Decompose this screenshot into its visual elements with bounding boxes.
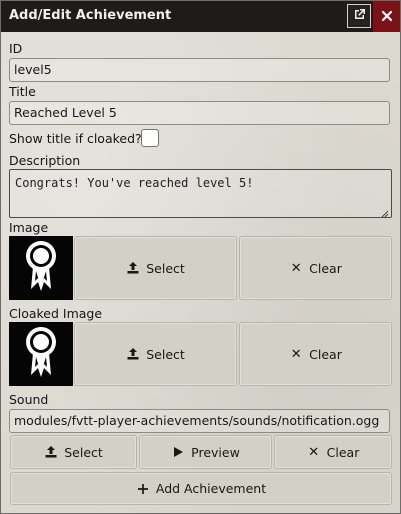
cloaked-clear-button[interactable]: ✕ Clear <box>239 322 392 386</box>
sound-clear-label: Clear <box>326 444 360 460</box>
sound-clear-button[interactable]: ✕ Clear <box>274 435 392 469</box>
id-label: ID <box>9 41 23 56</box>
description-textarea[interactable]: Congrats! You've reached level 5! <box>9 169 392 218</box>
cloaked-image-label: Cloaked Image <box>9 306 103 321</box>
image-clear-label: Clear <box>309 260 342 276</box>
upload-icon <box>126 347 140 361</box>
award-ribbon-icon <box>20 239 62 297</box>
upload-icon <box>44 445 58 459</box>
play-icon <box>171 445 185 459</box>
add-achievement-label: Add Achievement <box>155 481 267 496</box>
image-select-button[interactable]: Select <box>74 236 237 300</box>
clear-x-icon: ✕ <box>290 346 302 362</box>
sound-preview-button[interactable]: Preview <box>139 435 272 469</box>
id-input[interactable]: level5 <box>9 58 390 82</box>
cloaked-clear-label: Clear <box>309 346 342 362</box>
close-icon <box>381 7 393 26</box>
sound-preview-label: Preview <box>191 444 240 460</box>
cloaked-select-button[interactable]: Select <box>74 322 237 386</box>
upload-icon <box>126 261 140 275</box>
description-label: Description <box>9 153 81 168</box>
external-link-icon <box>352 7 367 26</box>
cloaked-select-label: Select <box>146 346 185 362</box>
clear-x-icon: ✕ <box>308 444 320 460</box>
plus-icon <box>136 482 150 496</box>
add-achievement-button[interactable]: Add Achievement <box>10 472 392 505</box>
window-titlebar[interactable]: Add/Edit Achievement <box>1 1 400 32</box>
image-label: Image <box>9 220 49 235</box>
achievement-dialog: Add/Edit Achievement ID level5 Title Rea… <box>0 0 401 514</box>
show-title-label: Show title if cloaked? <box>9 131 142 146</box>
clear-x-icon: ✕ <box>290 260 302 276</box>
title-label: Title <box>9 84 36 99</box>
popout-button[interactable] <box>347 4 371 28</box>
show-title-checkbox[interactable] <box>141 129 159 147</box>
close-button[interactable] <box>373 1 400 32</box>
sound-select-button[interactable]: Select <box>10 435 137 469</box>
image-preview <box>9 236 73 300</box>
resize-grip-icon[interactable] <box>381 207 389 218</box>
sound-label: Sound <box>9 392 49 407</box>
sound-select-label: Select <box>64 444 103 460</box>
cloaked-image-preview <box>9 322 73 386</box>
image-clear-button[interactable]: ✕ Clear <box>239 236 392 300</box>
sound-path-input[interactable]: modules/fvtt-player-achievements/sounds/… <box>9 409 390 433</box>
image-select-label: Select <box>146 260 185 276</box>
description-text: Congrats! You've reached level 5! <box>15 176 254 190</box>
title-input[interactable]: Reached Level 5 <box>9 101 390 125</box>
window-title: Add/Edit Achievement <box>9 8 172 23</box>
award-ribbon-icon <box>20 325 62 383</box>
